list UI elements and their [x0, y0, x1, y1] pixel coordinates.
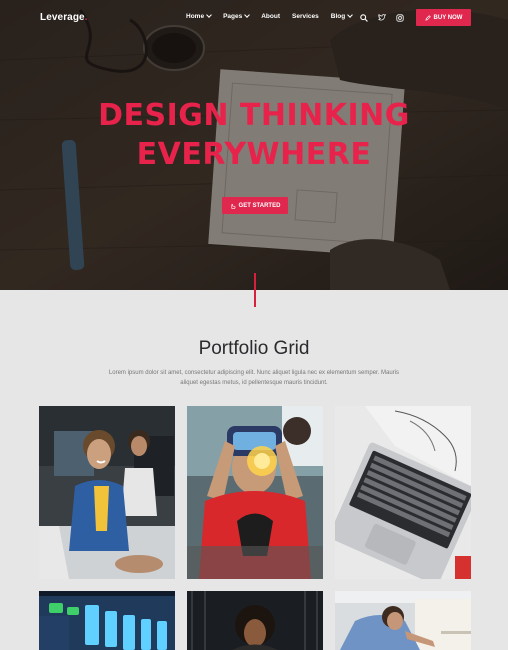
logo-text: Leverage	[40, 12, 85, 23]
buy-now-button[interactable]: BUY NOW	[416, 9, 471, 26]
nav-item-label: About	[261, 13, 280, 20]
nav-item-label: Services	[292, 13, 319, 20]
navbar: Leverage. Home Pages About Services Blog…	[0, 0, 508, 36]
hero-section: Leverage. Home Pages About Services Blog…	[0, 0, 508, 290]
nav-item-label: Blog	[330, 13, 346, 20]
pencil-icon	[424, 14, 431, 21]
nav-item-pages[interactable]: Pages	[223, 12, 251, 20]
portfolio-item-laptop-sketch[interactable]	[335, 406, 471, 579]
portfolio-item-vr-headset[interactable]	[187, 406, 323, 579]
page: Leverage. Home Pages About Services Blog…	[0, 0, 508, 650]
nav-item-about[interactable]: About	[261, 13, 280, 20]
laptop-sketch-photo	[335, 406, 471, 579]
server-lights-photo	[39, 591, 175, 650]
hero-title-line2: EVERYWHERE	[136, 137, 372, 172]
instagram-icon[interactable]	[394, 12, 405, 23]
woman-portrait-photo	[187, 591, 323, 650]
twitter-icon[interactable]	[376, 12, 387, 23]
office-team-photo	[39, 406, 175, 579]
portfolio-item-office-team[interactable]	[39, 406, 175, 579]
logo-dot: .	[84, 12, 88, 23]
portfolio-description: Lorem ipsum dolor sit amet, consectetur …	[108, 370, 400, 386]
hero-title-line1: DESIGN THINKING	[98, 98, 410, 133]
portfolio-item-server-lights[interactable]	[39, 591, 175, 650]
get-started-label: GET STARTED	[238, 202, 281, 209]
nav-item-blog[interactable]: Blog	[330, 12, 354, 20]
chevron-down-icon	[347, 12, 354, 18]
search-icon[interactable]	[358, 12, 369, 23]
scroll-indicator-line	[254, 273, 256, 307]
nav-item-label: Pages	[223, 13, 243, 20]
buy-now-label: BUY NOW	[433, 14, 463, 21]
man-at-desk-photo	[335, 591, 471, 650]
chevron-down-icon	[206, 12, 212, 18]
nav-item-services[interactable]: Services	[292, 13, 319, 20]
nav-item-home[interactable]: Home	[186, 12, 212, 20]
portfolio-item-woman-portrait[interactable]	[187, 591, 323, 650]
portfolio-title: Portfolio Grid	[198, 338, 310, 359]
nav-item-label: Home	[186, 13, 205, 20]
logo[interactable]: Leverage.	[40, 12, 88, 23]
chevron-down-icon	[244, 12, 251, 18]
nav-links: Home Pages About Services Blog	[186, 12, 364, 20]
hand-pointer-icon	[231, 203, 235, 209]
get-started-button[interactable]: GET STARTED	[222, 197, 288, 214]
vr-headset-photo	[187, 406, 323, 579]
hero-title: DESIGN THINKING EVERYWHERE	[0, 96, 508, 174]
nav-icons	[358, 12, 412, 23]
portfolio-item-man-at-desk[interactable]	[335, 591, 471, 650]
